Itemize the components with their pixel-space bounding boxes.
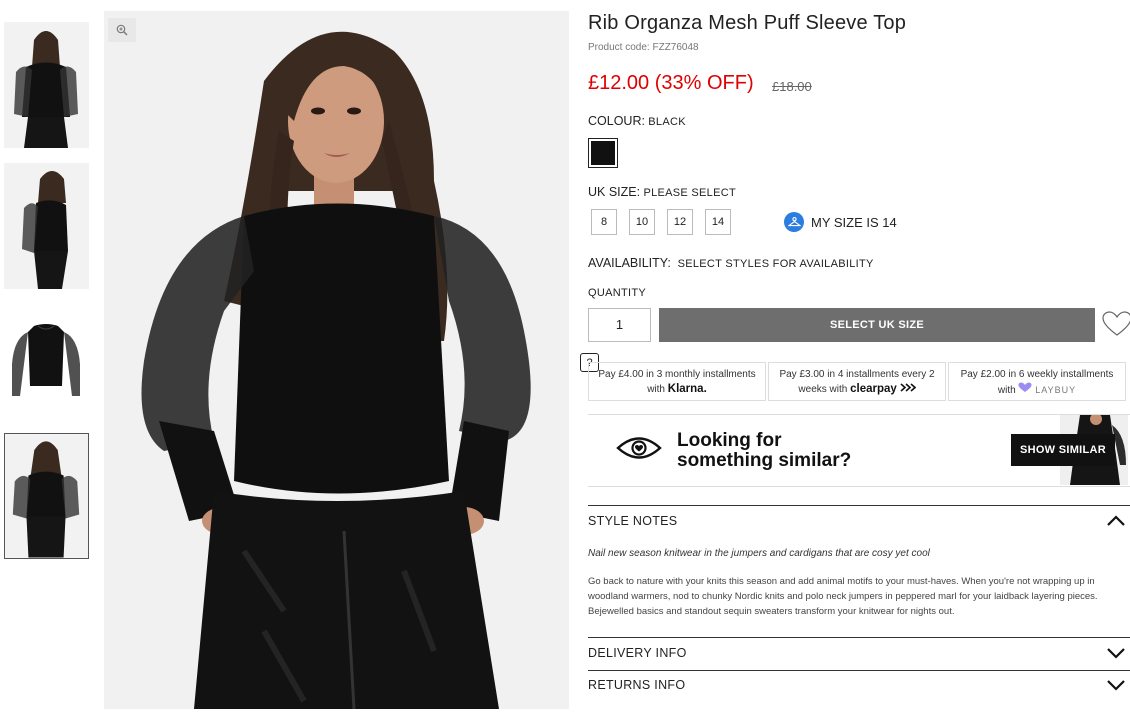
availability-value: SELECT STYLES FOR AVAILABILITY <box>677 258 874 270</box>
divider <box>588 637 1130 638</box>
laybuy-option[interactable]: Pay £2.00 in 6 weekly installments with … <box>948 362 1126 401</box>
returns-info-title: RETURNS INFO <box>588 678 686 692</box>
product-title: Rib Organza Mesh Puff Sleeve Top <box>588 12 907 34</box>
quantity-input[interactable]: 1 <box>588 308 651 342</box>
colour-value: BLACK <box>648 116 686 128</box>
hanger-icon <box>784 212 804 232</box>
delivery-info-header[interactable]: DELIVERY INFO <box>588 646 1126 660</box>
clearpay-arrows-icon <box>900 383 916 392</box>
payment-options: Pay £4.00 in 3 monthly installments with… <box>588 362 1126 401</box>
size-option-10[interactable]: 10 <box>629 209 655 235</box>
thumbnail-4[interactable] <box>4 433 89 559</box>
size-option-14[interactable]: 14 <box>705 209 731 235</box>
style-notes-tagline: Nail new season knitwear in the jumpers … <box>588 548 930 559</box>
klarna-option[interactable]: Pay £4.00 in 3 monthly installments with… <box>588 362 766 401</box>
size-options: 8 10 12 14 <box>591 209 731 235</box>
klarna-logo: Klarna. <box>667 383 707 395</box>
product-price: £12.00 (33% OFF) <box>588 72 754 94</box>
zoom-button[interactable] <box>108 18 136 42</box>
wishlist-heart-icon[interactable] <box>1102 311 1130 342</box>
zoom-icon <box>116 24 128 36</box>
size-row: UK SIZE: PLEASE SELECT <box>588 185 736 199</box>
similar-banner: Looking for something similar? SHOW SIMI… <box>588 415 1130 485</box>
laybuy-heart-icon <box>1018 382 1032 392</box>
chevron-up-icon <box>1107 515 1125 526</box>
availability-label: AVAILABILITY: <box>588 256 671 270</box>
original-price: £18.00 <box>772 79 812 94</box>
clearpay-logo: clearpay <box>850 383 897 395</box>
colour-swatch-black[interactable] <box>588 138 618 168</box>
style-notes-body: Go back to nature with your knits this s… <box>588 576 1098 617</box>
thumbnail-1[interactable] <box>4 22 89 148</box>
style-notes-title: STYLE NOTES <box>588 514 678 528</box>
chevron-down-icon <box>1107 680 1125 691</box>
my-size-label: MY SIZE IS 14 <box>811 214 897 230</box>
divider <box>588 670 1130 671</box>
delivery-info-title: DELIVERY INFO <box>588 646 687 660</box>
similar-heading: Looking for something similar? <box>677 431 851 471</box>
laybuy-logo: LAYBUY <box>1035 385 1077 395</box>
availability-row: AVAILABILITY: SELECT STYLES FOR AVAILABI… <box>588 256 874 270</box>
similar-line-1: Looking for <box>677 430 782 451</box>
colour-row: COLOUR: BLACK <box>588 114 686 128</box>
product-code: Product code: FZZ76048 <box>588 42 699 53</box>
divider <box>588 486 1130 487</box>
main-product-image[interactable] <box>104 11 569 709</box>
similar-line-2: something similar? <box>677 450 852 471</box>
clearpay-option[interactable]: Pay £3.00 in 4 installments every 2 week… <box>768 362 946 401</box>
size-label: UK SIZE: <box>588 185 641 199</box>
thumbnail-2[interactable] <box>4 163 89 289</box>
my-size-button[interactable]: MY SIZE IS 14 <box>784 212 897 232</box>
quantity-label: QUANTITY <box>588 287 647 299</box>
colour-label: COLOUR: <box>588 114 645 128</box>
select-size-button[interactable]: SELECT UK SIZE <box>659 308 1095 342</box>
divider <box>588 505 1130 506</box>
style-notes-header[interactable]: STYLE NOTES <box>588 514 1126 528</box>
thumbnail-3[interactable] <box>4 304 89 430</box>
eye-icon <box>616 437 662 459</box>
show-similar-button[interactable]: SHOW SIMILAR <box>1011 434 1115 466</box>
returns-info-header[interactable]: RETURNS INFO <box>588 678 1126 692</box>
size-value: PLEASE SELECT <box>643 187 736 199</box>
chevron-down-icon <box>1107 648 1125 659</box>
size-option-12[interactable]: 12 <box>667 209 693 235</box>
size-option-8[interactable]: 8 <box>591 209 617 235</box>
